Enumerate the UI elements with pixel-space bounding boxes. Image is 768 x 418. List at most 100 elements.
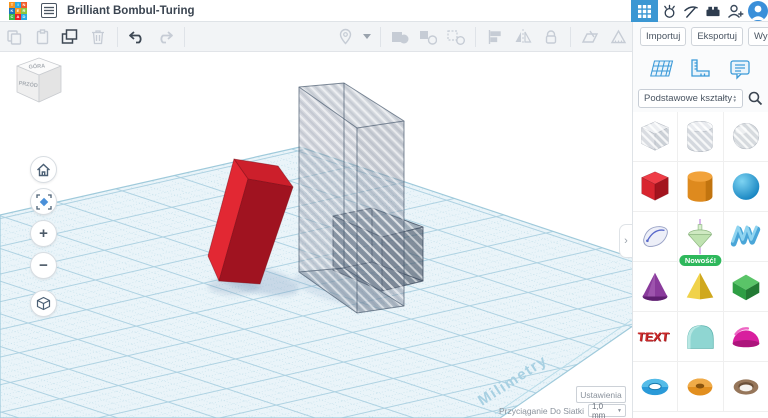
shapes-panel-toggle-button[interactable]: [631, 0, 658, 22]
shape-hole-box[interactable]: [633, 112, 678, 162]
torus-icon: [636, 368, 674, 406]
shape-tube[interactable]: [724, 362, 768, 412]
panel-tools: [633, 51, 768, 89]
person-icon: [748, 1, 768, 21]
shape-hole-sphere[interactable]: [724, 112, 768, 162]
design-title: Brilliant Bombul-Turing: [67, 5, 195, 17]
scene-3d: Milimetry: [0, 52, 632, 418]
header: TINKERCAD Brilliant Bombul-Turing: [0, 0, 768, 22]
zoom-out-button[interactable]: −: [30, 252, 57, 279]
undo-button[interactable]: [125, 26, 149, 48]
list-icon: [44, 6, 54, 15]
group-button[interactable]: [388, 26, 412, 48]
half-sphere-icon: [727, 318, 765, 356]
logo-tile: D: [21, 14, 27, 20]
shape-round-roof[interactable]: [678, 312, 723, 362]
ruler-icon: [688, 58, 712, 80]
fit-view-button[interactable]: [30, 188, 57, 215]
snap-controls: Przyciąganie Do Siatki 1,0 mm ▼: [499, 404, 626, 417]
mirror-button[interactable]: [511, 26, 535, 48]
sim-lab-button[interactable]: [658, 0, 680, 22]
chevron-down-icon: ▼: [617, 408, 622, 414]
import-button[interactable]: Importuj: [640, 27, 686, 46]
design-properties-button[interactable]: [41, 3, 57, 18]
category-value: Podstawowe kształty: [644, 93, 732, 104]
tinkercad-logo[interactable]: TINKERCAD: [9, 2, 27, 20]
zoom-in-button[interactable]: +: [30, 220, 57, 247]
snap-grid-label: Przyciąganie Do Siatki: [499, 406, 584, 416]
grid-icon: [638, 5, 651, 18]
lock-button[interactable]: [539, 26, 563, 48]
perspective-toggle-button[interactable]: [30, 290, 57, 317]
scribble-icon: [636, 218, 674, 256]
shapes-panel: Importuj Eksportuj Wyślij do Podstawowe …: [632, 22, 768, 418]
tube-icon: [727, 368, 765, 406]
settings-label: Ustawienia: [580, 390, 622, 400]
fit-view-icon: [36, 194, 52, 210]
workplane-tool-button[interactable]: [578, 26, 602, 48]
panel-collapse-tab[interactable]: ›: [619, 224, 632, 258]
shape-category-select[interactable]: Podstawowe kształty ▲▼: [638, 89, 743, 108]
search-button[interactable]: [748, 91, 763, 106]
viewport-3d[interactable]: Milimetry: [0, 52, 632, 418]
delete-button[interactable]: [86, 26, 110, 48]
toolbar-divider: [184, 27, 185, 47]
hole-box-icon: [636, 118, 674, 156]
redo-button[interactable]: [153, 26, 177, 48]
hole-box-tall[interactable]: [299, 83, 423, 313]
shape-cylinder[interactable]: [678, 162, 723, 212]
shape-sphere[interactable]: [724, 162, 768, 212]
home-icon: [36, 163, 51, 177]
shape-spinning-top[interactable]: Nowość!: [678, 212, 723, 262]
round-roof-icon: [681, 318, 719, 356]
notes-button[interactable]: [726, 57, 754, 81]
panel-actions: Importuj Eksportuj Wyślij do: [633, 22, 768, 51]
multiselect-group-button[interactable]: [444, 26, 468, 48]
duplicate-button[interactable]: [58, 26, 82, 48]
shape-cone[interactable]: [633, 262, 678, 312]
shape-donut[interactable]: [678, 362, 723, 412]
profile-avatar[interactable]: [748, 1, 768, 21]
spinning-top-icon: [681, 218, 719, 256]
share-collaborate-button[interactable]: [724, 0, 746, 22]
shape-torus[interactable]: [633, 362, 678, 412]
roof-icon: [727, 268, 765, 306]
ruler-helper-button[interactable]: [686, 57, 714, 81]
ruler-tool-button[interactable]: [606, 26, 630, 48]
export-button[interactable]: Eksportuj: [691, 27, 743, 46]
color-pin-button[interactable]: [333, 26, 357, 48]
toolbar-divider: [117, 27, 118, 47]
workplane-helper-button[interactable]: [647, 57, 675, 81]
snap-grid-value: 1,0 mm: [592, 402, 617, 418]
align-button[interactable]: [483, 26, 507, 48]
cone-icon: [636, 268, 674, 306]
sphere-icon: [727, 168, 765, 206]
blocks-export-button[interactable]: [680, 0, 702, 22]
toolbar-divider: [570, 27, 571, 47]
shape-text[interactable]: [633, 312, 678, 362]
bricks-export-button[interactable]: [702, 0, 724, 22]
copy-button[interactable]: [2, 26, 26, 48]
home-view-button[interactable]: [30, 156, 57, 183]
send-to-button[interactable]: Wyślij do: [748, 27, 768, 46]
pickaxe-icon: [683, 4, 699, 19]
color-dropdown-caret[interactable]: [361, 26, 373, 48]
paste-button[interactable]: [30, 26, 54, 48]
shape-pyramid[interactable]: [678, 262, 723, 312]
shape-hole-cylinder[interactable]: [678, 112, 723, 162]
ungroup-button[interactable]: [416, 26, 440, 48]
pyramid-icon: [681, 268, 719, 306]
brick-icon: [705, 4, 721, 18]
squiggle-icon: [727, 218, 765, 256]
grid-settings-button[interactable]: Ustawienia: [576, 386, 626, 403]
view-cube[interactable]: GÓRA PRZÓD: [10, 56, 68, 108]
shape-roof[interactable]: [724, 262, 768, 312]
chevron-right-icon: ›: [624, 235, 628, 247]
shape-scribble[interactable]: [633, 212, 678, 262]
snap-grid-select[interactable]: 1,0 mm ▼: [588, 404, 626, 417]
donut-icon: [681, 368, 719, 406]
person-add-icon: [727, 3, 744, 19]
shape-box[interactable]: [633, 162, 678, 212]
shape-squiggle[interactable]: [724, 212, 768, 262]
shape-half-sphere[interactable]: [724, 312, 768, 362]
